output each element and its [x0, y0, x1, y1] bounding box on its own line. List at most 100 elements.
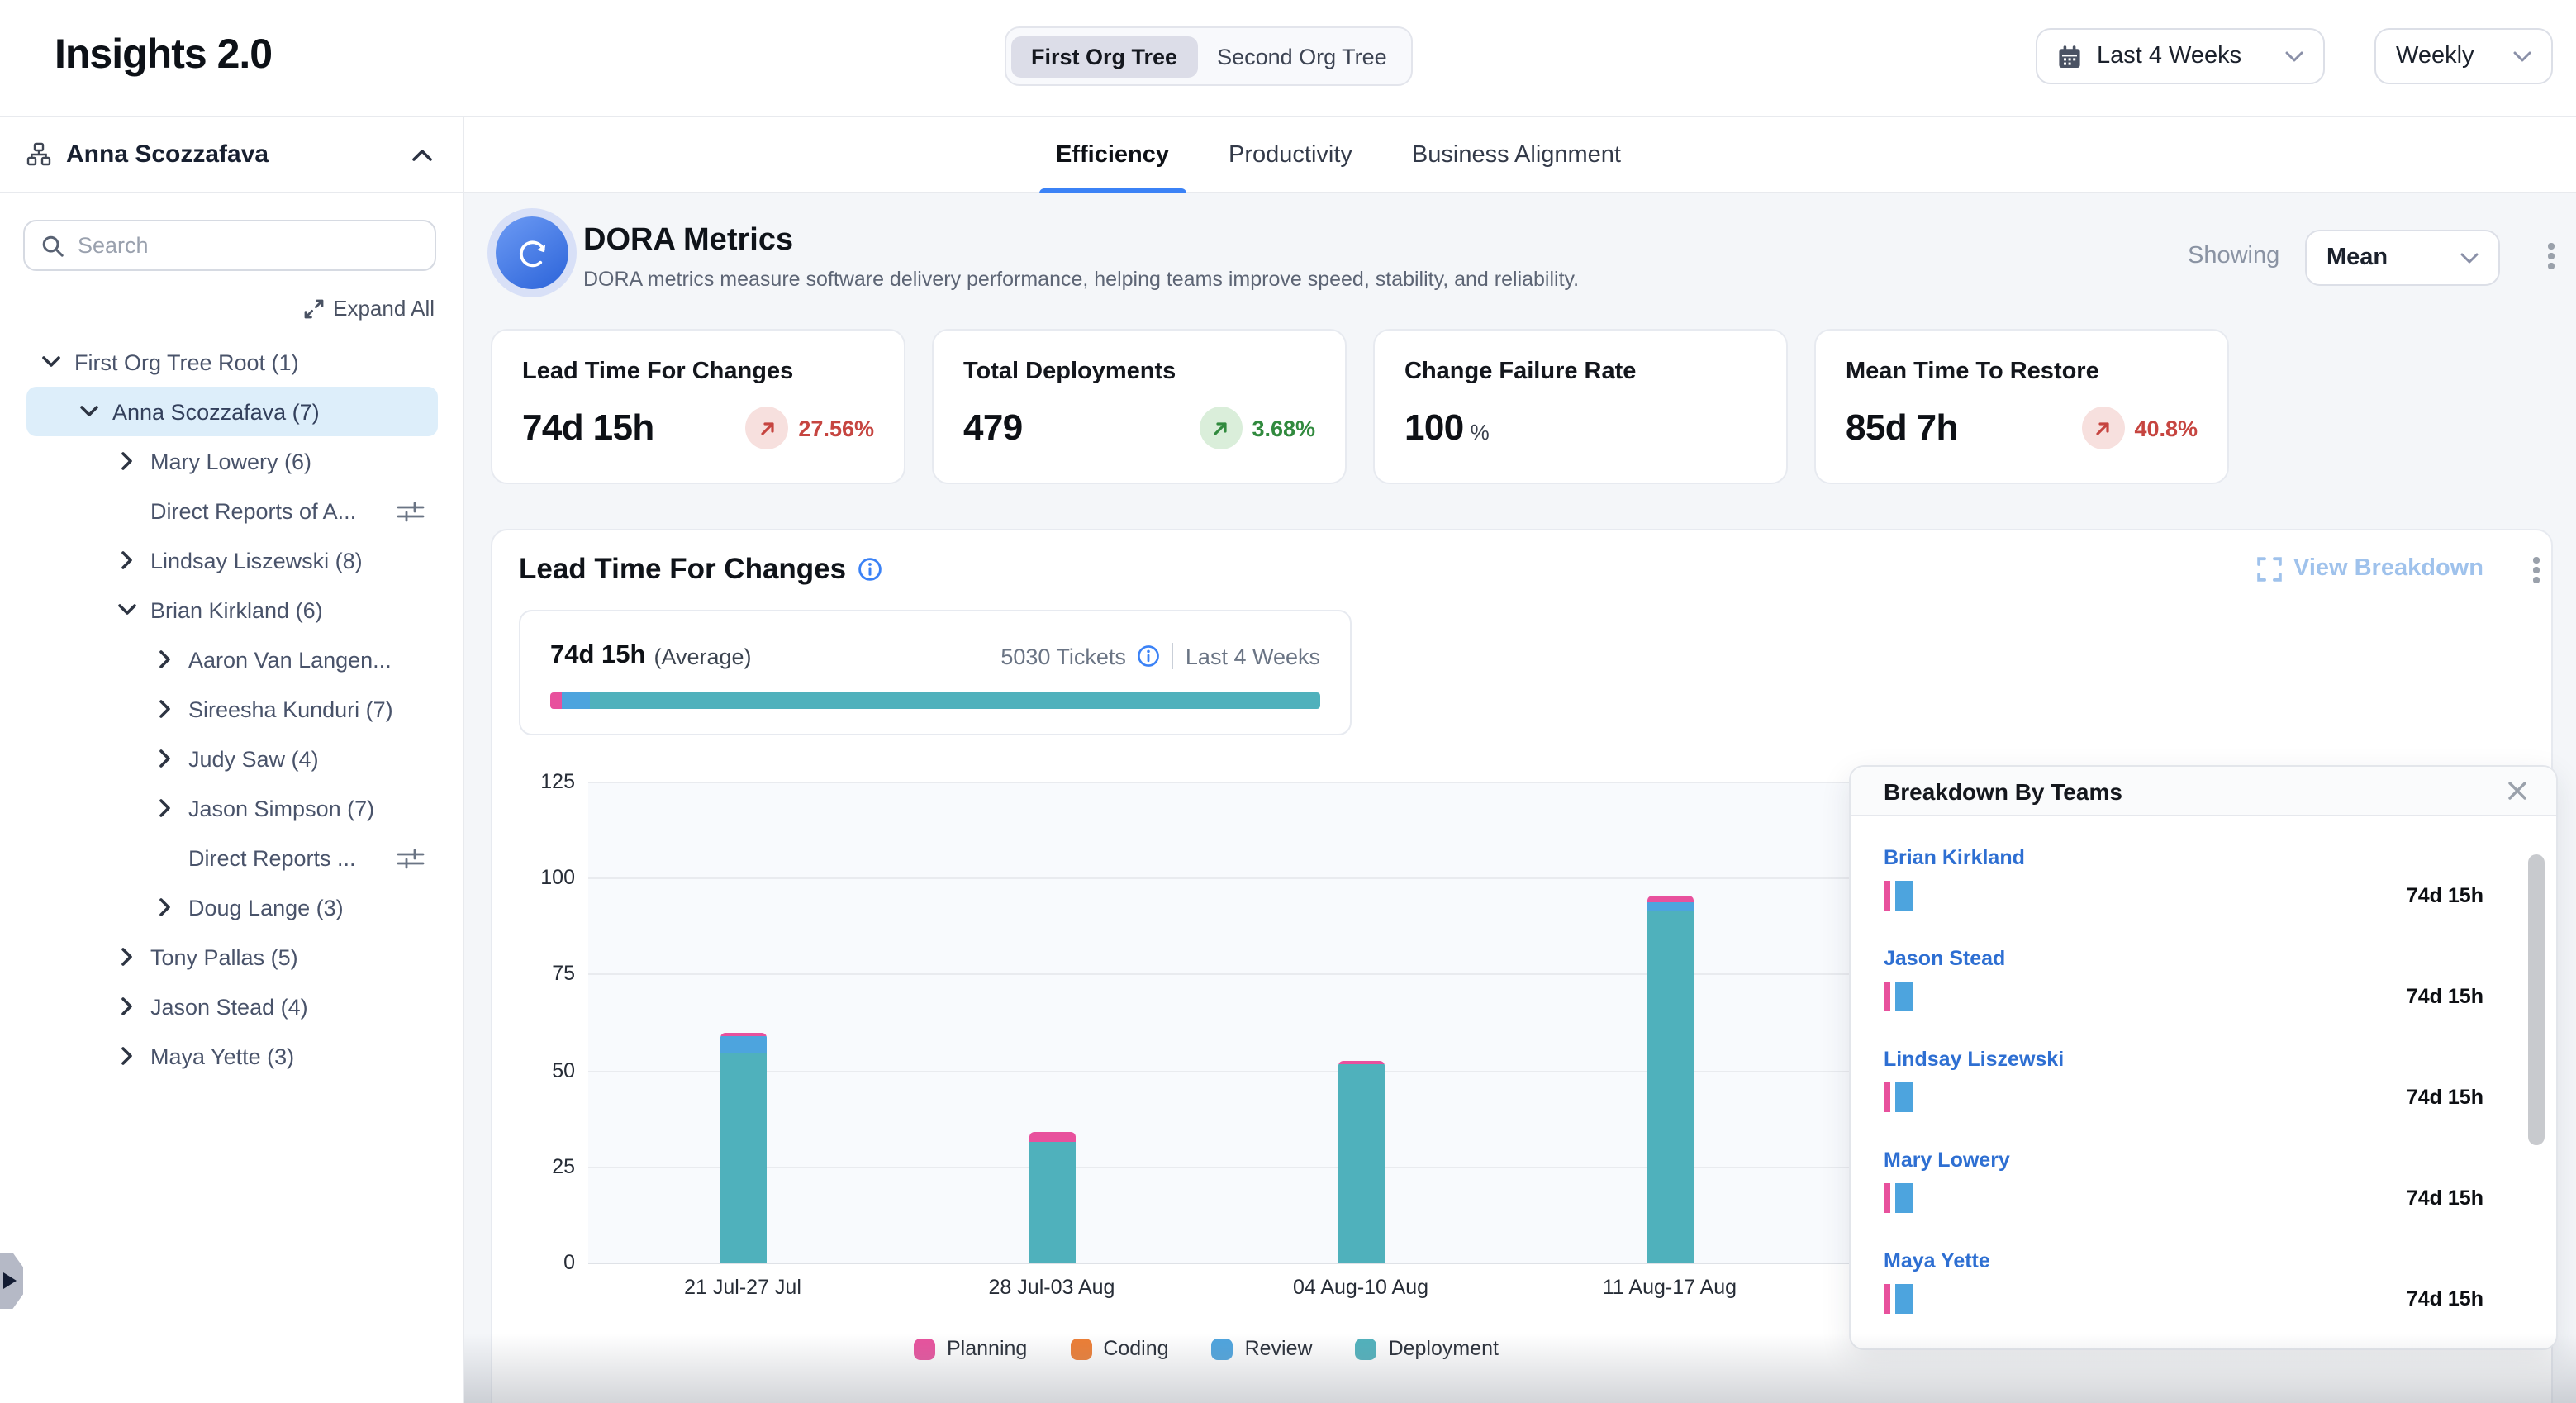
showing-value: Mean: [2326, 245, 2445, 271]
info-icon[interactable]: [858, 557, 882, 582]
sidebar-item-direct-reports[interactable]: Direct Reports ...: [26, 833, 438, 882]
sidebar-item-first-org-tree-root-1[interactable]: First Org Tree Root (1): [26, 337, 438, 387]
metric-value: 74d 15h: [522, 407, 654, 449]
legend-item-planning: Planning: [914, 1337, 1027, 1360]
bar-segment-deployment: [1338, 1064, 1384, 1263]
team-bar: 74d 15h: [1884, 881, 2500, 911]
team-link[interactable]: Jason Stead: [1884, 947, 2005, 970]
metric-change: 27.56%: [745, 407, 874, 449]
divider: [1172, 643, 1174, 669]
team-bar: 74d 15h: [1884, 1284, 2500, 1314]
sidebar-item-doug-lange-3[interactable]: Doug Lange (3): [26, 882, 438, 932]
tree-item-label: First Org Tree Root (1): [74, 350, 299, 374]
tree-item-label: Sireesha Kunduri (7): [188, 697, 393, 721]
average-summary-card: 74d 15h (Average) 5030 Tickets Last 4 We…: [519, 610, 1352, 735]
expand-all-button[interactable]: Expand All: [303, 296, 435, 321]
chevron-down-icon: [2513, 50, 2531, 62]
metric-card-mean-time-to-restore: Mean Time To Restore85d 7h40.8%: [1814, 329, 2229, 484]
sidebar-item-maya-yette-3[interactable]: Maya Yette (3): [26, 1031, 438, 1081]
view-breakdown-button[interactable]: View Breakdown: [2257, 555, 2483, 582]
sidebar-collapse-button[interactable]: [408, 145, 436, 164]
org-chart-icon: [26, 142, 51, 167]
tree-item-label: Tony Pallas (5): [150, 944, 298, 969]
filter-sliders-icon[interactable]: [397, 500, 425, 521]
team-link[interactable]: Maya Yette: [1884, 1249, 1990, 1272]
expand-all-icon: [303, 298, 323, 318]
view-breakdown-label: View Breakdown: [2293, 555, 2483, 582]
trend-up-icon: [1199, 407, 1242, 449]
bar-04-aug-10-aug[interactable]: [1338, 1062, 1384, 1263]
bar-segment-planning: [1029, 1132, 1075, 1142]
metric-card-total-deployments: Total Deployments4793.68%: [932, 329, 1347, 484]
chevron-right-icon[interactable]: [114, 996, 140, 1016]
chevron-down-icon: [2460, 252, 2479, 264]
sidebar-item-brian-kirkland-6[interactable]: Brian Kirkland (6): [26, 585, 438, 635]
granularity-select[interactable]: Weekly: [2374, 28, 2553, 84]
average-suffix: (Average): [654, 644, 751, 668]
x-axis-label: 28 Jul-03 Aug: [897, 1276, 1206, 1299]
filter-sliders-icon[interactable]: [397, 847, 425, 868]
chevron-right-icon[interactable]: [152, 749, 178, 768]
main-content: DORA Metrics DORA metrics measure softwa…: [464, 193, 2576, 1403]
chevron-right-icon[interactable]: [152, 699, 178, 719]
sidebar-item-jason-simpson-7[interactable]: Jason Simpson (7): [26, 783, 438, 833]
tab-productivity[interactable]: Productivity: [1220, 117, 1361, 193]
tab-business-alignment[interactable]: Business Alignment: [1404, 117, 1629, 193]
tree-item-label: Jason Stead (4): [150, 994, 308, 1019]
team-link[interactable]: Mary Lowery: [1884, 1149, 2010, 1172]
sidebar-item-judy-saw-4[interactable]: Judy Saw (4): [26, 734, 438, 783]
chevron-right-icon[interactable]: [114, 1046, 140, 1066]
bar-segment-review: [1647, 901, 1693, 911]
team-value: 74d 15h: [2407, 884, 2483, 907]
team-bar-segment-review: [1894, 982, 1913, 1011]
breakdown-by-teams-panel: Breakdown By Teams Brian Kirkland74d 15h…: [1849, 765, 2558, 1350]
metric-title: Mean Time To Restore: [1846, 359, 2198, 385]
showing-select[interactable]: Mean: [2305, 230, 2500, 286]
legend-item-review: Review: [1212, 1337, 1313, 1360]
chevron-right-icon[interactable]: [152, 649, 178, 669]
close-button[interactable]: [2502, 775, 2533, 806]
sidebar-item-tony-pallas-5[interactable]: Tony Pallas (5): [26, 932, 438, 982]
sidebar-item-mary-lowery-6[interactable]: Mary Lowery (6): [26, 436, 438, 486]
chevron-right-icon[interactable]: [114, 947, 140, 967]
dora-kebab-menu[interactable]: [2536, 238, 2566, 274]
search-input[interactable]: [78, 233, 418, 258]
sidebar-item-aaron-van-langen[interactable]: Aaron Van Langen...: [26, 635, 438, 684]
tree-item-label: Lindsay Liszewski (8): [150, 548, 363, 573]
org-toggle-second-org-tree[interactable]: Second Org Tree: [1197, 36, 1407, 77]
chevron-right-icon[interactable]: [114, 451, 140, 471]
chevron-down-icon[interactable]: [38, 355, 64, 369]
granularity-value: Weekly: [2396, 43, 2498, 69]
bar-28-jul-03-aug[interactable]: [1029, 1132, 1075, 1263]
legend-label: Deployment: [1389, 1337, 1499, 1360]
metric-change: 3.68%: [1199, 407, 1315, 449]
team-bar: 74d 15h: [1884, 982, 2500, 1011]
team-link[interactable]: Brian Kirkland: [1884, 846, 2025, 869]
sidebar-user-name: Anna Scozzafava: [66, 140, 393, 169]
bar-21-jul-27-jul[interactable]: [720, 1033, 766, 1263]
team-link[interactable]: Lindsay Liszewski: [1884, 1048, 2064, 1071]
metric-value: 479: [963, 407, 1023, 449]
sidebar-item-sireesha-kunduri-7[interactable]: Sireesha Kunduri (7): [26, 684, 438, 734]
triangle-right-icon: [3, 1272, 17, 1289]
tree-item-label: Doug Lange (3): [188, 895, 344, 920]
chevron-right-icon[interactable]: [152, 897, 178, 917]
sidebar-item-jason-stead-4[interactable]: Jason Stead (4): [26, 982, 438, 1031]
chevron-right-icon[interactable]: [114, 550, 140, 570]
sidebar-item-lindsay-liszewski-8[interactable]: Lindsay Liszewski (8): [26, 535, 438, 585]
bar-11-aug-17-aug[interactable]: [1647, 895, 1693, 1263]
search-input-wrap: [23, 220, 436, 271]
showing-label: Showing: [2188, 243, 2279, 269]
sidebar-item-anna-scozzafava-7[interactable]: Anna Scozzafava (7): [26, 387, 438, 436]
panel-scrollbar[interactable]: [2528, 854, 2545, 1145]
info-icon[interactable]: [1138, 644, 1161, 668]
date-range-select[interactable]: Last 4 Weeks: [2036, 28, 2325, 84]
tab-efficiency[interactable]: Efficiency: [1048, 117, 1177, 193]
sidebar-item-direct-reports-of-a[interactable]: Direct Reports of A...: [26, 486, 438, 535]
chevron-down-icon[interactable]: [114, 603, 140, 616]
chart-kebab-menu[interactable]: [2521, 552, 2551, 588]
metric-value: 85d 7h: [1846, 407, 1958, 449]
chevron-right-icon[interactable]: [152, 798, 178, 818]
chevron-down-icon[interactable]: [76, 405, 102, 418]
org-toggle-first-org-tree[interactable]: First Org Tree: [1011, 36, 1197, 77]
